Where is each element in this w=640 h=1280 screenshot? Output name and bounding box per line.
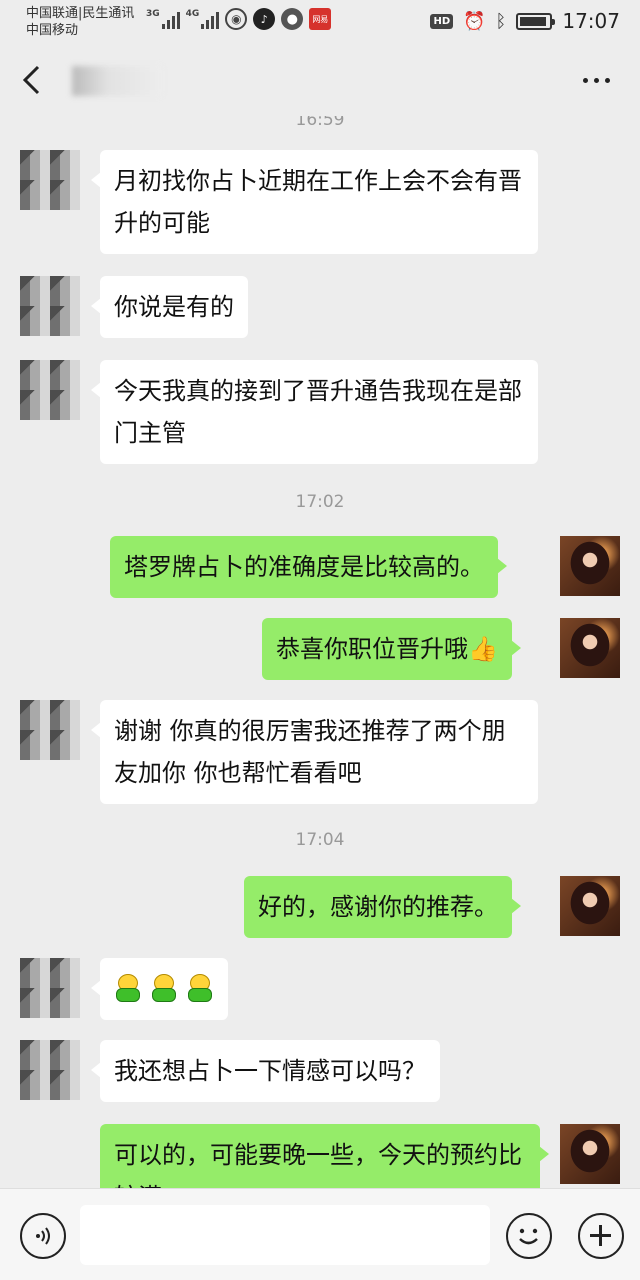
battery-icon	[516, 12, 556, 30]
chat-area[interactable]: 16:59 月初找你占卜近期在工作上会不会有晋升的可能 你说是有的 今天我真的接…	[0, 116, 640, 1188]
signal-3g-icon: 3G	[146, 9, 180, 29]
message-outgoing: 塔罗牌占卜的准确度是比较高的。	[110, 536, 507, 598]
green-figure-sticker	[186, 974, 214, 1004]
carrier-1: 中国联通|民生通讯	[26, 6, 135, 21]
input-bar	[0, 1188, 640, 1280]
contact-avatar[interactable]	[20, 360, 80, 420]
status-right: HD ⏰ ᛒ 17:07	[430, 9, 620, 33]
status-time: 17:07	[562, 9, 620, 33]
timestamp-partial: 16:59	[295, 116, 345, 130]
plus-icon[interactable]	[578, 1213, 624, 1259]
more-icon[interactable]	[583, 78, 610, 83]
hd-icon: HD	[430, 13, 454, 29]
alarm-icon: ⏰	[463, 10, 486, 32]
message-outgoing: 好的，感谢你的推荐。	[244, 876, 521, 938]
carrier-info: 中国联通|民生通讯 中国移动	[26, 5, 134, 39]
netease-icon: 网易	[309, 8, 332, 30]
my-avatar[interactable]	[560, 1124, 620, 1184]
green-figure-sticker	[114, 974, 142, 1004]
back-arrow-icon[interactable]	[18, 64, 48, 96]
message-text: 恭喜你职位晋升哦	[276, 635, 468, 663]
my-avatar[interactable]	[560, 876, 620, 936]
contact-avatar[interactable]	[20, 150, 80, 210]
message-incoming: 我还想占卜一下情感可以吗？	[91, 1040, 440, 1102]
timestamp: 17:02	[295, 492, 345, 512]
message-incoming: 今天我真的接到了晋升通告我现在是部门主管	[91, 360, 538, 464]
timestamp: 17:04	[295, 830, 345, 850]
my-avatar[interactable]	[560, 618, 620, 678]
network-icons: 3G 4G ◉ ♪ ● 网易	[146, 8, 332, 30]
message-outgoing: 可以的，可能要晚一些，今天的预约比较满。	[100, 1124, 549, 1188]
hotspot-icon: ◉	[225, 8, 248, 30]
message-input[interactable]	[80, 1205, 490, 1265]
wechat-icon: ●	[281, 8, 304, 30]
contact-avatar[interactable]	[20, 958, 80, 1018]
contact-name-blurred	[72, 66, 162, 96]
message-outgoing: 恭喜你职位晋升哦👍	[262, 618, 521, 680]
contact-avatar[interactable]	[20, 700, 80, 760]
emoji-icon[interactable]	[506, 1213, 552, 1259]
status-bar: 中国联通|民生通讯 中国移动 3G 4G ◉ ♪ ● 网易 HD ⏰ ᛒ 17:…	[0, 0, 640, 44]
message-incoming: 月初找你占卜近期在工作上会不会有晋升的可能	[91, 150, 538, 254]
carrier-2: 中国移动	[26, 23, 79, 38]
my-avatar[interactable]	[560, 536, 620, 596]
green-figure-sticker	[150, 974, 178, 1004]
voice-icon[interactable]	[20, 1213, 66, 1259]
thumbs-up-icon: 👍	[468, 635, 498, 663]
message-incoming: 谢谢 你真的很厉害我还推荐了两个朋友加你 你也帮忙看看吧	[91, 700, 538, 804]
tiktok-icon: ♪	[253, 8, 276, 30]
message-incoming: 你说是有的	[91, 276, 248, 338]
contact-avatar[interactable]	[20, 276, 80, 336]
bluetooth-icon: ᛒ	[495, 10, 507, 32]
message-incoming-stickers	[91, 958, 228, 1020]
signal-4g-icon: 4G	[186, 9, 220, 29]
chat-header	[0, 44, 640, 116]
contact-avatar[interactable]	[20, 1040, 80, 1100]
